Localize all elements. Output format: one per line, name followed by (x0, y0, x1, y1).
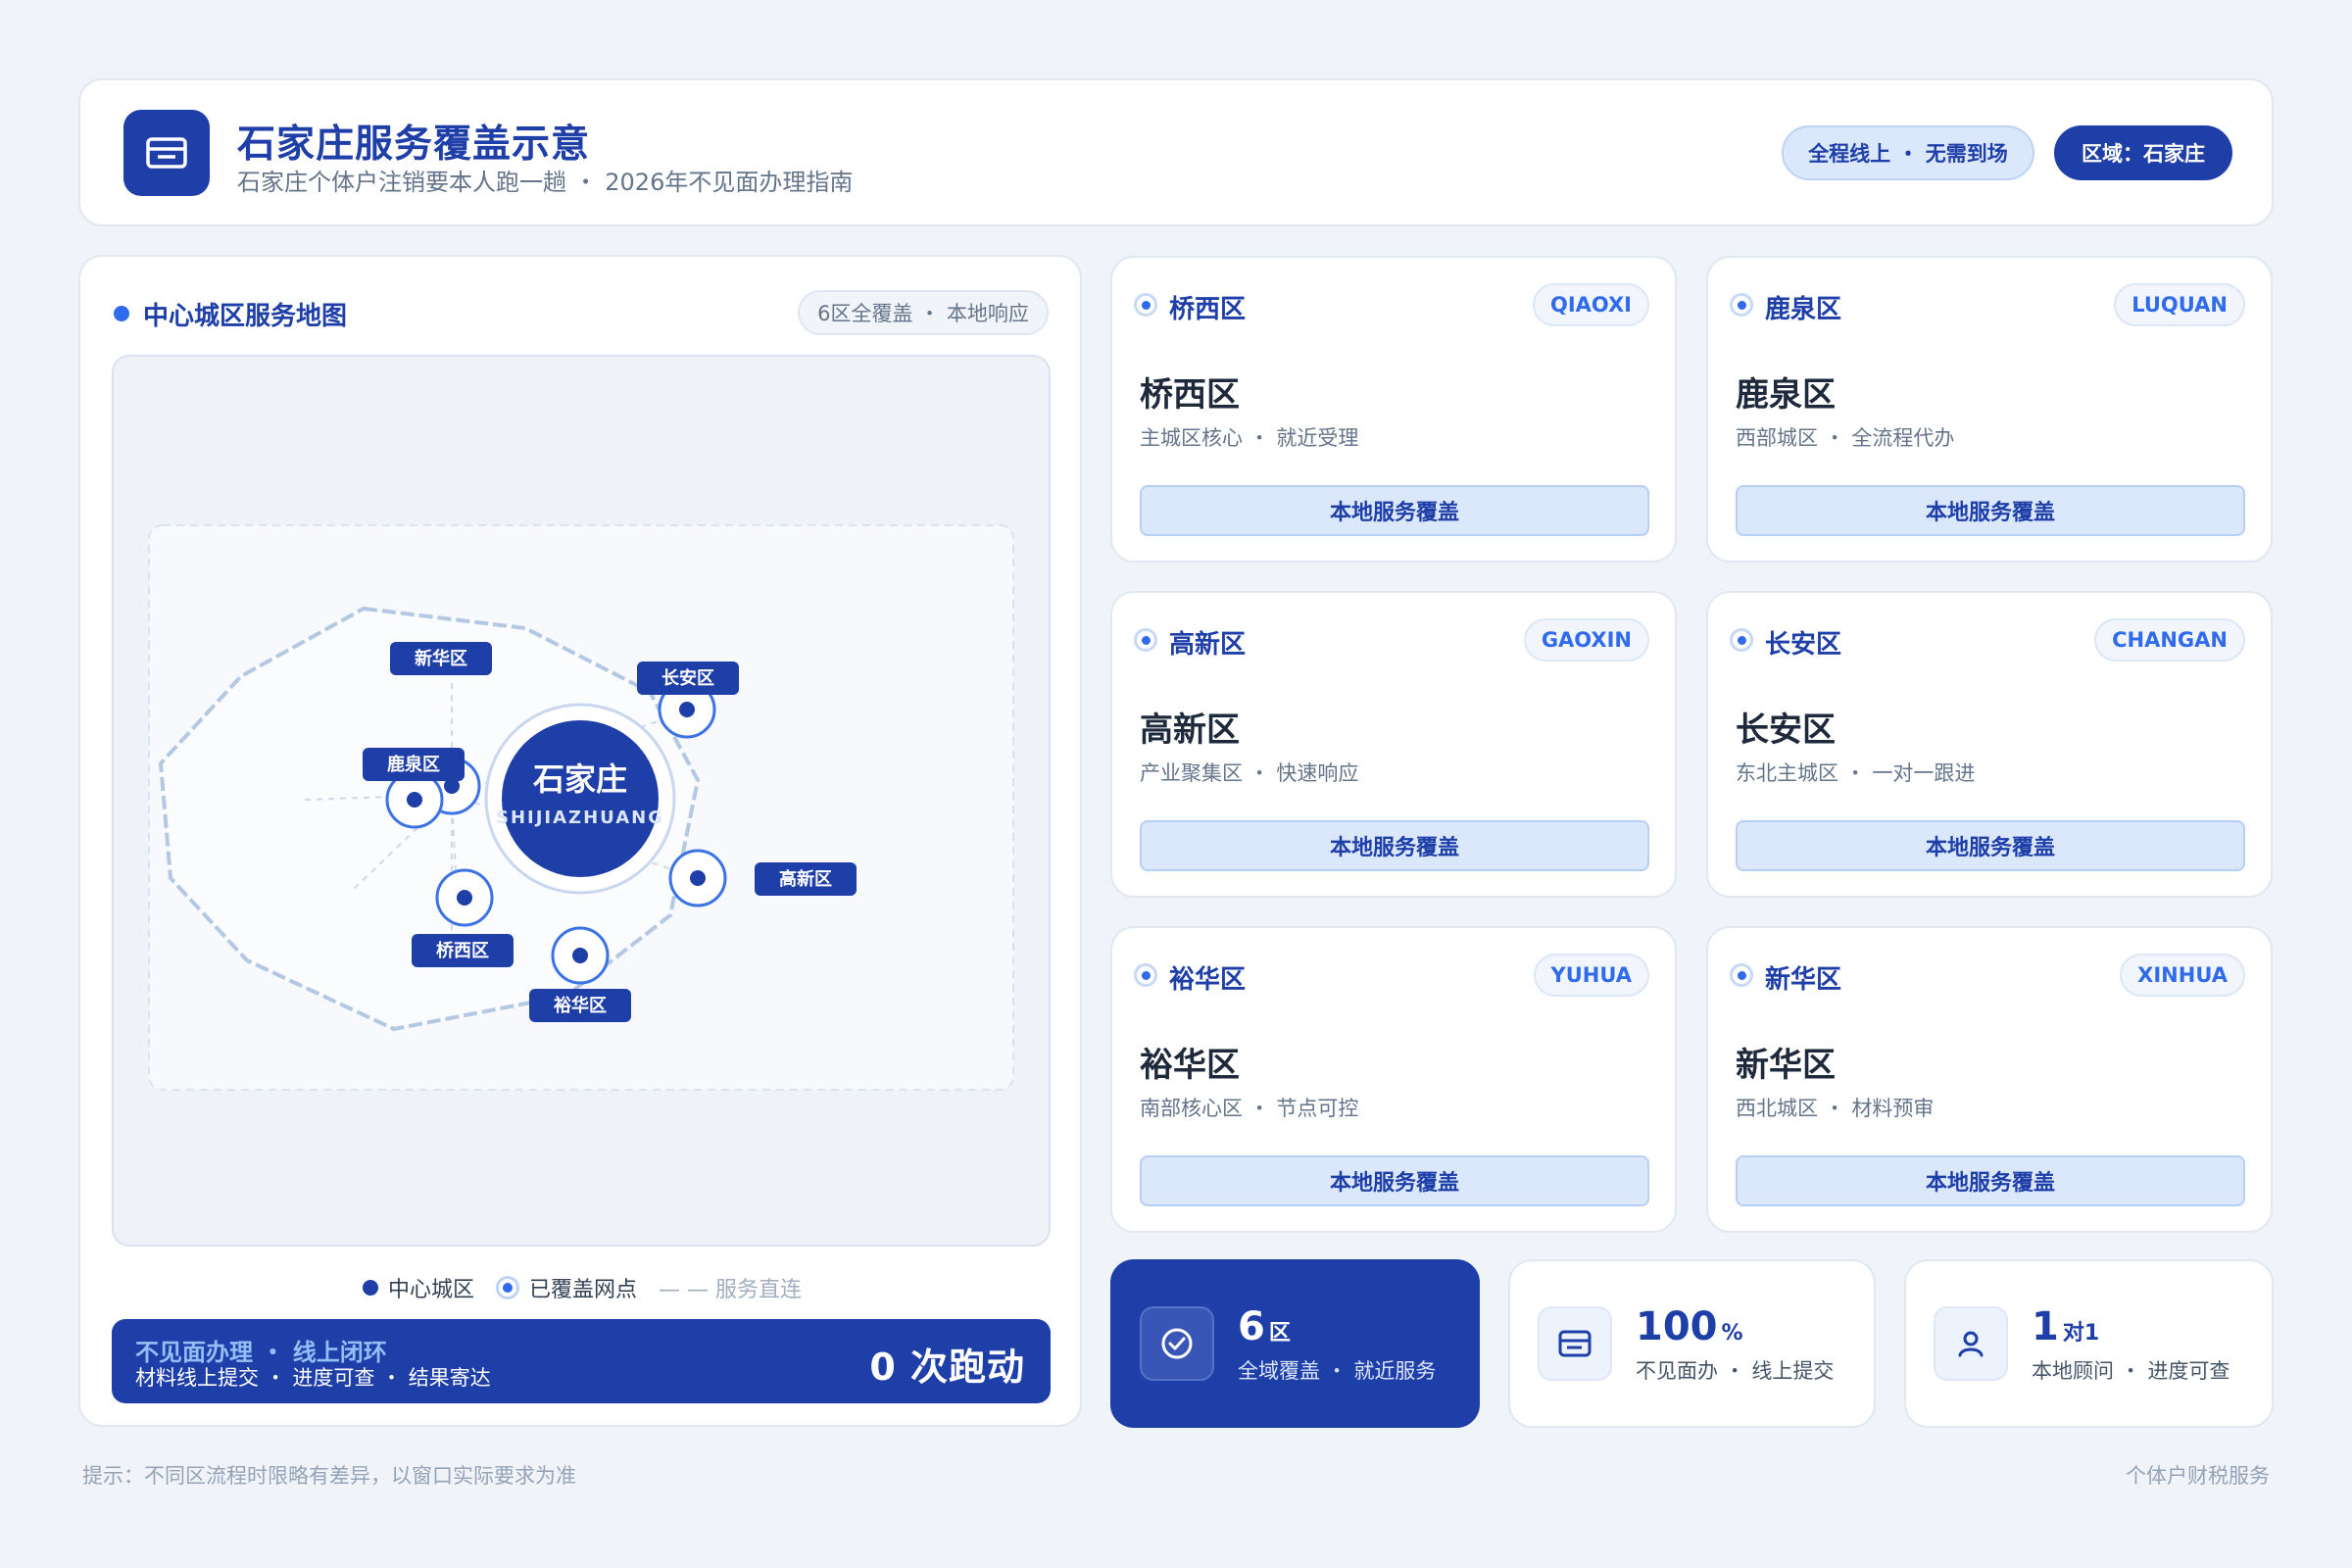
coverage-badge: 6区全覆盖 ・ 本地响应 (798, 290, 1049, 335)
stat-card-online: 100% 不见面办 ・ 线上提交 (1508, 1259, 1876, 1428)
location-dot-icon (1730, 963, 1753, 987)
page-title: 石家庄服务覆盖示意 (237, 122, 591, 167)
district-code: QIAOXI (1532, 283, 1649, 326)
district-desc: 东北主城区 ・ 一对一跟进 (1736, 761, 1976, 785)
district-label: 新华区 (1765, 965, 1842, 995)
district-label: 裕华区 (1169, 965, 1247, 995)
stat-card-districts: 6区 全域覆盖 ・ 就近服务 (1110, 1259, 1480, 1428)
node-label-xinhua: 新华区 (415, 648, 467, 669)
district-name: 桥西区 (1140, 375, 1240, 415)
card-icon (123, 110, 210, 196)
page-subtitle: 石家庄个体户注销要本人跑一趟 ・ 2026年不见面办理指南 (237, 169, 854, 196)
legend-direct-label: — — 服务直连 (659, 1278, 803, 1302)
district-code: YUHUA (1533, 954, 1649, 997)
district-code: LUQUAN (2114, 283, 2245, 326)
district-card-gaoxin[interactable]: 高新区 GAOXIN 高新区 产业聚集区 ・ 快速响应 本地服务覆盖 (1110, 591, 1677, 898)
district-desc: 主城区核心 ・ 就近受理 (1140, 426, 1359, 450)
local-service-button[interactable]: 本地服务覆盖 (1140, 820, 1649, 871)
center-city-marker[interactable] (502, 720, 659, 877)
district-code: XINHUA (2120, 954, 2245, 997)
district-label: 高新区 (1169, 630, 1247, 660)
stat-label: 本地顾问 ・ 进度可查 (2032, 1359, 2230, 1383)
stat-card-advisor: 1 对1 本地顾问 ・ 进度可查 (1904, 1259, 2274, 1428)
map-legend: 中心城区 已覆盖网点 — — 服务直连 (80, 1268, 1084, 1307)
district-name: 鹿泉区 (1736, 375, 1836, 415)
node-label-qiaoxi: 桥西区 (436, 940, 489, 961)
node-label-gaoxin: 高新区 (779, 868, 832, 890)
district-label: 鹿泉区 (1765, 295, 1842, 324)
map-svg: 石家庄 SHIJIAZHUANG 新华区 长安区 鹿泉区 高新区 桥西区 裕华区 (148, 524, 1014, 1091)
district-desc: 西北城区 ・ 材料预审 (1736, 1097, 1935, 1120)
footer-brand: 个体户财税服务 (2126, 1464, 2270, 1488)
stat-value: 1 对1 (2032, 1304, 2100, 1349)
node-label-yuhua: 裕华区 (554, 995, 607, 1016)
district-desc: 西部城区 ・ 全流程代办 (1736, 426, 1955, 450)
region-button[interactable]: 区域：石家庄 (2054, 125, 2232, 180)
legend-center-label: 中心城区 (387, 1278, 474, 1302)
stat-value: 6区 (1238, 1304, 1291, 1349)
user-icon (1934, 1306, 2008, 1381)
district-desc: 产业聚集区 ・ 快速响应 (1140, 761, 1359, 785)
district-label: 桥西区 (1169, 295, 1247, 324)
section-dot-icon (114, 306, 129, 321)
legend-direct: — — 服务直连 (659, 1272, 802, 1303)
footer-note: 提示：不同区流程时限略有差异，以窗口实际要求为准 (82, 1464, 576, 1488)
check-circle-icon (1140, 1306, 1214, 1381)
header-card: 石家庄服务覆盖示意 石家庄个体户注销要本人跑一趟 ・ 2026年不见面办理指南 … (78, 78, 2274, 226)
district-code: CHANGAN (2094, 618, 2245, 662)
district-desc: 南部核心区 ・ 节点可控 (1140, 1097, 1359, 1120)
center-city-pinyin: SHIJIAZHUANG (496, 808, 664, 828)
map-panel: 中心城区服务地图 6区全覆盖 ・ 本地响应 石家庄 SHIJIAZHUANG 新… (78, 255, 1082, 1427)
district-name: 新华区 (1736, 1046, 1836, 1085)
local-service-button[interactable]: 本地服务覆盖 (1736, 1155, 2245, 1206)
district-code: GAOXIN (1523, 618, 1649, 662)
location-dot-icon (1134, 628, 1157, 652)
district-name: 高新区 (1140, 710, 1240, 750)
legend-covered: 已覆盖网点 (496, 1272, 637, 1303)
legend-center: 中心城区 (362, 1272, 474, 1303)
node-label-luquan: 鹿泉区 (387, 754, 440, 775)
district-card-xinhua[interactable]: 新华区 XINHUA 新华区 西北城区 ・ 材料预审 本地服务覆盖 (1706, 926, 2273, 1233)
stat-value: 100% (1636, 1304, 1743, 1349)
district-name: 长安区 (1736, 710, 1836, 750)
banner-count: 0 次跑动 (869, 1346, 1025, 1389)
center-dot-icon (362, 1280, 378, 1296)
local-service-button[interactable]: 本地服务覆盖 (1736, 485, 2245, 536)
stat-label: 全域覆盖 ・ 就近服务 (1238, 1359, 1437, 1383)
local-service-button[interactable]: 本地服务覆盖 (1140, 1155, 1649, 1206)
district-card-qiaoxi[interactable]: 桥西区 QIAOXI 桥西区 主城区核心 ・ 就近受理 本地服务覆盖 (1110, 256, 1677, 563)
online-badge: 全程线上 ・ 无需到场 (1782, 125, 2034, 180)
district-label: 长安区 (1765, 630, 1842, 660)
service-map: 石家庄 SHIJIAZHUANG 新华区 长安区 鹿泉区 高新区 桥西区 裕华区 (112, 355, 1051, 1247)
location-dot-icon (1730, 628, 1753, 652)
local-service-button[interactable]: 本地服务覆盖 (1736, 820, 2245, 871)
district-card-luquan[interactable]: 鹿泉区 LUQUAN 鹿泉区 西部城区 ・ 全流程代办 本地服务覆盖 (1706, 256, 2273, 563)
center-city-name: 石家庄 (532, 760, 627, 798)
location-dot-icon (1134, 963, 1157, 987)
card-icon (1538, 1306, 1612, 1381)
legend-covered-label: 已覆盖网点 (529, 1278, 638, 1302)
node-dot-icon (496, 1276, 519, 1299)
zero-visit-banner: 不见面办理 ・ 线上闭环 材料线上提交 ・ 进度可查 ・ 结果寄达 0 次跑动 (112, 1319, 1051, 1403)
stat-label: 不见面办 ・ 线上提交 (1636, 1359, 1835, 1383)
location-dot-icon (1730, 293, 1753, 317)
district-name: 裕华区 (1140, 1046, 1240, 1085)
node-label-changan: 长安区 (662, 667, 714, 689)
map-title: 中心城区服务地图 (143, 302, 348, 331)
district-card-changan[interactable]: 长安区 CHANGAN 长安区 东北主城区 ・ 一对一跟进 本地服务覆盖 (1706, 591, 2273, 898)
local-service-button[interactable]: 本地服务覆盖 (1140, 485, 1649, 536)
location-dot-icon (1134, 293, 1157, 317)
banner-detail: 材料线上提交 ・ 进度可查 ・ 结果寄达 (135, 1366, 491, 1390)
district-card-yuhua[interactable]: 裕华区 YUHUA 裕华区 南部核心区 ・ 节点可控 本地服务覆盖 (1110, 926, 1677, 1233)
